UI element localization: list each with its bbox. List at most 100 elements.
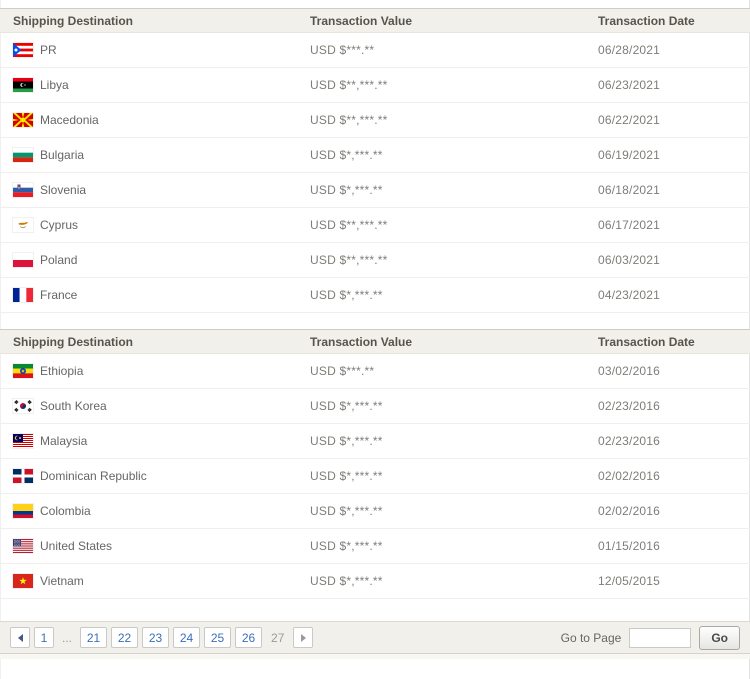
right-arrow-icon xyxy=(300,633,306,642)
column-header-transaction-value: Transaction Value xyxy=(310,334,413,349)
transaction-date: 03/02/2016 xyxy=(598,364,661,378)
country-label: Dominican Republic xyxy=(40,469,147,483)
transaction-value: USD $*,***.** xyxy=(310,574,383,588)
column-header-transaction-date: Transaction Date xyxy=(598,13,695,28)
transaction-value: USD $*,***.** xyxy=(310,399,383,413)
transaction-value: USD $*,***.** xyxy=(310,469,383,483)
country-label: South Korea xyxy=(40,399,107,413)
table-header-row: Shipping Destination Transaction Value T… xyxy=(0,329,750,354)
table-row: Ethiopia USD $***.** 03/02/2016 xyxy=(0,354,750,389)
table-row: Libya USD $**,***.** 06/23/2021 xyxy=(0,68,750,103)
page-button-23[interactable]: 23 xyxy=(142,627,170,648)
flag-poland-icon xyxy=(13,253,33,267)
country-label: Poland xyxy=(40,253,78,267)
flag-colombia-icon xyxy=(13,504,33,518)
column-header-transaction-date: Transaction Date xyxy=(598,334,695,349)
table-row: Cyprus USD $**,***.** 06/17/2021 xyxy=(0,208,750,243)
transaction-value: USD $***.** xyxy=(310,364,375,378)
country-label: United States xyxy=(40,539,113,553)
country-label: Colombia xyxy=(40,504,91,518)
transaction-value: USD $*,***.** xyxy=(310,504,383,518)
transaction-date: 06/03/2021 xyxy=(598,253,661,267)
transaction-date: 12/05/2015 xyxy=(598,574,661,588)
flag-dominican-republic-icon xyxy=(13,469,33,483)
transaction-value: USD $*,***.** xyxy=(310,288,383,302)
flag-libya-icon xyxy=(13,78,33,92)
flag-macedonia-icon xyxy=(13,113,33,127)
go-button[interactable]: Go xyxy=(699,625,740,650)
pagination-bar: 1 ... 21 22 23 24 25 26 27 Go to Page Go xyxy=(0,621,750,654)
country-label: Cyprus xyxy=(40,218,79,232)
page-button-25[interactable]: 25 xyxy=(204,627,232,648)
table-row: Dominican Republic USD $*,***.** 02/02/2… xyxy=(0,459,750,494)
page-button-22[interactable]: 22 xyxy=(111,627,139,648)
table-row: Malaysia USD $*,***.** 02/23/2016 xyxy=(0,424,750,459)
transaction-date: 06/17/2021 xyxy=(598,218,661,232)
column-header-shipping-destination: Shipping Destination xyxy=(13,334,133,349)
table-row: Macedonia USD $**,***.** 06/22/2021 xyxy=(0,103,750,138)
page-button-26[interactable]: 26 xyxy=(235,627,263,648)
transaction-value: USD $***.** xyxy=(310,43,375,57)
transaction-value: USD $**,***.** xyxy=(310,218,388,232)
table-header-row: Shipping Destination Transaction Value T… xyxy=(0,8,750,33)
transactions-page: Shipping Destination Transaction Value T… xyxy=(0,0,750,679)
transaction-value: USD $*,***.** xyxy=(310,434,383,448)
country-label: France xyxy=(40,288,78,302)
transaction-value: USD $*,***.** xyxy=(310,183,383,197)
transaction-date: 04/23/2021 xyxy=(598,288,661,302)
table-row: France USD $*,***.** 04/23/2021 xyxy=(0,278,750,313)
transaction-value: USD $*,***.** xyxy=(310,539,383,553)
transactions-table-recent: Shipping Destination Transaction Value T… xyxy=(0,8,750,313)
pagination-ellipsis: ... xyxy=(62,630,73,645)
country-label: Bulgaria xyxy=(40,148,85,162)
transaction-value: USD $**,***.** xyxy=(310,78,388,92)
flag-ethiopia-icon xyxy=(13,364,33,378)
transaction-date: 02/23/2016 xyxy=(598,399,661,413)
transaction-date: 06/23/2021 xyxy=(598,78,661,92)
country-label: Vietnam xyxy=(40,574,84,588)
next-page-button[interactable] xyxy=(293,627,314,648)
table-row: Bulgaria USD $*,***.** 06/19/2021 xyxy=(0,138,750,173)
transaction-date: 01/15/2016 xyxy=(598,539,661,553)
transaction-date: 06/22/2021 xyxy=(598,113,661,127)
table-row: Slovenia USD $*,***.** 06/18/2021 xyxy=(0,173,750,208)
transaction-date: 06/18/2021 xyxy=(598,183,661,197)
flag-malaysia-icon xyxy=(13,434,33,448)
column-header-shipping-destination: Shipping Destination xyxy=(13,13,133,28)
table-row: Poland USD $**,***.** 06/03/2021 xyxy=(0,243,750,278)
transaction-value: USD $**,***.** xyxy=(310,253,388,267)
page-button-24[interactable]: 24 xyxy=(173,627,201,648)
country-label: Macedonia xyxy=(40,113,99,127)
page-button-21[interactable]: 21 xyxy=(80,627,108,648)
goto-page-label: Go to Page xyxy=(560,630,622,645)
country-label: Slovenia xyxy=(40,183,87,197)
table-row: Vietnam USD $*,***.** 12/05/2015 xyxy=(0,564,750,599)
flag-france-icon xyxy=(13,288,33,302)
flag-pr-icon xyxy=(13,43,33,57)
country-label: Malaysia xyxy=(40,434,88,448)
transaction-date: 06/28/2021 xyxy=(598,43,661,57)
left-arrow-icon xyxy=(17,633,23,642)
column-header-transaction-value: Transaction Value xyxy=(310,13,413,28)
flag-bulgaria-icon xyxy=(13,148,33,162)
prev-page-button[interactable] xyxy=(10,627,30,648)
goto-page-input[interactable] xyxy=(629,627,692,648)
page-current-27: 27 xyxy=(271,630,285,645)
country-label: PR xyxy=(40,43,57,57)
table-row: Colombia USD $*,***.** 02/02/2016 xyxy=(0,494,750,529)
transaction-value: USD $**,***.** xyxy=(310,113,388,127)
flag-united-states-icon xyxy=(13,539,33,553)
page-bottom-strip xyxy=(0,654,750,659)
country-label: Ethiopia xyxy=(40,364,84,378)
flag-slovenia-icon xyxy=(13,183,33,197)
transaction-date: 02/23/2016 xyxy=(598,434,661,448)
flag-vietnam-icon xyxy=(13,574,33,588)
transaction-date: 02/02/2016 xyxy=(598,469,661,483)
table-row: South Korea USD $*,***.** 02/23/2016 xyxy=(0,389,750,424)
transactions-table-older: Shipping Destination Transaction Value T… xyxy=(0,329,750,599)
table-row: PR USD $***.** 06/28/2021 xyxy=(0,33,750,68)
page-button-1[interactable]: 1 xyxy=(34,627,54,648)
transaction-date: 02/02/2016 xyxy=(598,504,661,518)
country-label: Libya xyxy=(40,78,69,92)
table-row: United States USD $*,***.** 01/15/2016 xyxy=(0,529,750,564)
